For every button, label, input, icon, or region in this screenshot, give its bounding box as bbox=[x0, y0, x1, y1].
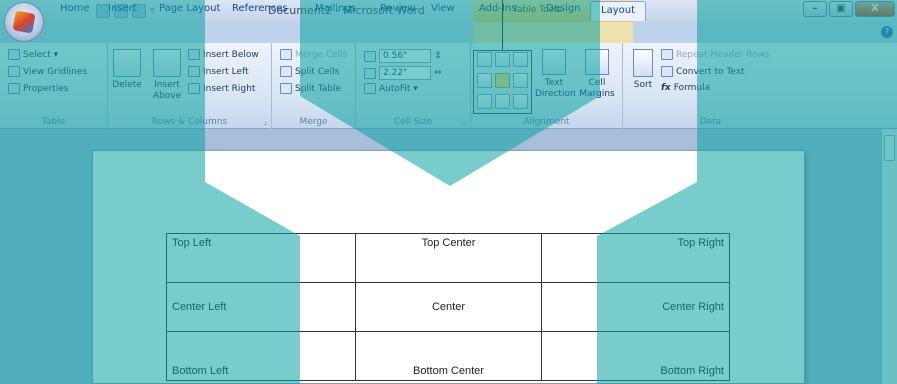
maximize-button[interactable]: ▣ bbox=[829, 1, 853, 17]
table-cell[interactable]: Top Center bbox=[355, 233, 542, 283]
table-row: Bottom Left Bottom Center Bottom Right bbox=[166, 331, 730, 381]
tab-view[interactable]: View bbox=[431, 3, 455, 14]
properties-icon bbox=[8, 83, 20, 94]
table-cell[interactable]: Bottom Center bbox=[355, 331, 542, 381]
group-label-merge: Merge bbox=[299, 117, 328, 127]
row-height-spinner[interactable]: 0.56" ⇕ bbox=[364, 49, 442, 63]
tab-layout[interactable]: Layout bbox=[590, 1, 646, 21]
table-row: Center Left Center Center Right bbox=[166, 282, 730, 332]
table-cell[interactable]: Top Left bbox=[166, 233, 356, 283]
table-row: Top Left Top Center Top Right bbox=[166, 233, 730, 283]
group-rows-columns: Delete Insert Above Insert Below Insert … bbox=[108, 43, 272, 129]
merge-cells-icon bbox=[280, 49, 292, 60]
split-cells-icon bbox=[280, 66, 292, 77]
cell-size-launcher-icon[interactable]: ⌟ bbox=[463, 118, 466, 126]
properties-button[interactable]: Properties bbox=[8, 83, 68, 94]
formula-button[interactable]: fx Formula bbox=[661, 83, 710, 93]
table-tools-tab-background bbox=[473, 22, 633, 43]
select-icon bbox=[8, 49, 20, 60]
table-cell[interactable]: Bottom Left bbox=[166, 331, 356, 381]
tab-references[interactable]: References bbox=[232, 3, 288, 14]
group-label-table: Table bbox=[41, 117, 66, 127]
tab-insert[interactable]: Insert bbox=[108, 3, 137, 14]
vertical-scrollbar[interactable] bbox=[881, 129, 897, 384]
group-label-rows-columns: Rows & Columns bbox=[151, 117, 228, 127]
insert-below-button[interactable]: Insert Below bbox=[188, 49, 259, 60]
row-height-input[interactable]: 0.56" bbox=[379, 49, 431, 63]
text-direction-button[interactable]: Text Direction bbox=[535, 45, 576, 100]
close-button[interactable]: X bbox=[855, 1, 895, 17]
tab-page-layout[interactable]: Page Layout bbox=[159, 3, 220, 14]
ribbon-tab-strip bbox=[0, 22, 897, 43]
group-cell-size: 0.56" ⇕ 2.22" ⇔ AutoFit ▾ Cell Size ⌟ bbox=[356, 43, 471, 129]
table-cell[interactable]: Center bbox=[355, 282, 542, 332]
group-label-alignment: Alignment bbox=[523, 117, 570, 127]
delete-table-icon bbox=[113, 49, 141, 77]
dialog-launcher-icon[interactable]: ⌟ bbox=[264, 118, 267, 126]
sort-button[interactable]: Sort bbox=[629, 45, 657, 91]
help-icon[interactable]: ? bbox=[881, 26, 893, 38]
callout-pointer-line bbox=[502, 0, 503, 51]
split-table-button[interactable]: Split Table bbox=[280, 83, 341, 94]
table-cell[interactable]: Center Left bbox=[166, 282, 356, 332]
window-controls: – ▣ X bbox=[803, 1, 895, 17]
column-width-input[interactable]: 2.22" bbox=[379, 66, 431, 80]
column-width-spinner[interactable]: 2.22" ⇔ bbox=[364, 66, 442, 80]
text-direction-icon bbox=[542, 49, 566, 75]
convert-to-text-button[interactable]: Convert to Text bbox=[661, 66, 745, 77]
tab-design[interactable]: Design bbox=[546, 3, 581, 14]
delete-button[interactable]: Delete bbox=[112, 45, 142, 91]
customize-qat-icon[interactable]: ▿ bbox=[150, 6, 155, 16]
group-merge: Merge Cells Split Cells Split Table Merg… bbox=[272, 43, 356, 129]
repeat-header-rows-button[interactable]: Repeat Header Rows bbox=[661, 49, 770, 60]
row-height-icon bbox=[364, 50, 376, 62]
insert-left-button[interactable]: Insert Left bbox=[188, 66, 249, 77]
table-cell[interactable]: Center Right bbox=[541, 282, 730, 332]
split-table-icon bbox=[280, 83, 292, 94]
scrollbar-thumb[interactable] bbox=[884, 135, 895, 161]
select-button[interactable]: Select ▾ bbox=[8, 49, 58, 60]
column-width-icon bbox=[364, 67, 376, 79]
minimize-button[interactable]: – bbox=[803, 1, 827, 17]
autofit-icon bbox=[364, 83, 376, 94]
document-table[interactable]: Top Left Top Center Top Right Center Lef… bbox=[166, 233, 730, 381]
gridlines-icon bbox=[8, 66, 20, 77]
group-data: Sort Repeat Header Rows Convert to Text … bbox=[623, 43, 798, 129]
formula-icon: fx bbox=[661, 83, 671, 93]
tab-mailings[interactable]: Mailings bbox=[315, 3, 356, 14]
insert-above-button[interactable]: Insert Above bbox=[152, 45, 182, 102]
insert-right-icon bbox=[188, 83, 200, 94]
split-cells-button[interactable]: Split Cells bbox=[280, 66, 339, 77]
group-table: Select ▾ View Gridlines Properties Table bbox=[0, 43, 108, 129]
insert-left-icon bbox=[188, 66, 200, 77]
insert-below-icon bbox=[188, 49, 200, 60]
cell-margins-icon bbox=[585, 49, 609, 75]
group-label-data: Data bbox=[699, 117, 722, 127]
office-button[interactable] bbox=[4, 2, 44, 42]
office-logo-icon bbox=[12, 10, 36, 34]
cell-margins-button[interactable]: Cell Margins bbox=[577, 45, 617, 100]
table-cell[interactable]: Top Right bbox=[541, 233, 730, 283]
sort-icon bbox=[633, 49, 653, 77]
insert-right-button[interactable]: Insert Right bbox=[188, 83, 255, 94]
tab-add-ins[interactable]: Add-Ins bbox=[479, 3, 516, 14]
autofit-button[interactable]: AutoFit ▾ bbox=[364, 83, 418, 94]
tab-review[interactable]: Review bbox=[380, 3, 416, 14]
group-label-cell-size: Cell Size bbox=[393, 117, 433, 127]
table-cell[interactable]: Bottom Right bbox=[541, 331, 730, 381]
distribute-columns-icon[interactable]: ⇔ bbox=[434, 68, 442, 78]
convert-text-icon bbox=[661, 66, 673, 77]
alignment-highlight-box bbox=[473, 50, 532, 114]
merge-cells-button[interactable]: Merge Cells bbox=[280, 49, 347, 60]
distribute-rows-icon[interactable]: ⇕ bbox=[434, 51, 442, 61]
repeat-header-icon bbox=[661, 49, 673, 60]
tab-home[interactable]: Home bbox=[60, 3, 90, 14]
insert-above-icon bbox=[153, 49, 181, 77]
view-gridlines-button[interactable]: View Gridlines bbox=[8, 66, 87, 77]
ribbon: Select ▾ View Gridlines Properties Table… bbox=[0, 43, 897, 129]
